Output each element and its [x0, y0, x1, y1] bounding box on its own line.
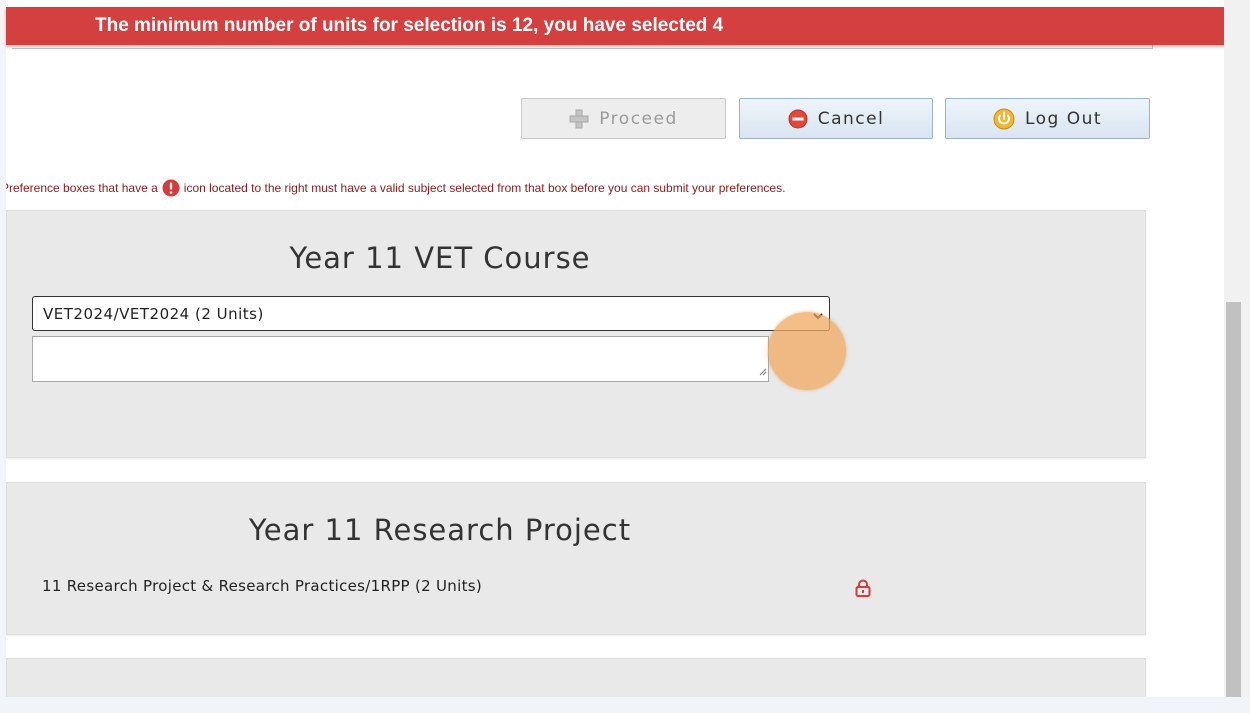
- page: Proceed Cancel Log Out Preference boxes …: [6, 0, 1224, 697]
- research-project-title: Year 11 Research Project: [248, 513, 632, 547]
- notice-text-end: icon located to the right must have a va…: [183, 181, 786, 195]
- proceed-label: Proceed: [599, 108, 678, 129]
- minus-circle-icon: [788, 109, 808, 129]
- logout-label: Log Out: [1024, 108, 1103, 129]
- banner-shadow: [12, 45, 1153, 49]
- min-units-alert-banner: The minimum number of units for selectio…: [6, 7, 1244, 45]
- vet-course-title: Year 11 VET Course: [289, 241, 591, 275]
- preference-notice: Preference boxes that have a icon locate…: [6, 179, 1224, 197]
- vet-course-notes-textarea[interactable]: [32, 336, 769, 382]
- next-subject-card: [6, 658, 1146, 697]
- lock-icon: [855, 579, 871, 601]
- resize-grip-icon[interactable]: [758, 361, 767, 380]
- exclamation-circle-icon: [162, 179, 180, 197]
- cancel-button[interactable]: Cancel: [739, 98, 933, 139]
- bottom-edge: [0, 697, 1250, 713]
- scrollbar-thumb[interactable]: [1226, 302, 1241, 697]
- vet-course-card: Year 11 VET Course VET2024/VET2024 (2 Un…: [6, 210, 1146, 458]
- power-icon: [993, 108, 1015, 130]
- notice-text-start: Preference boxes that have a: [6, 181, 158, 195]
- vet-course-select[interactable]: VET2024/VET2024 (2 Units): [32, 296, 830, 331]
- cancel-label: Cancel: [817, 108, 885, 129]
- vet-course-selected-value: VET2024/VET2024 (2 Units): [43, 304, 264, 323]
- click-indicator: [768, 312, 846, 390]
- research-project-item: 11 Research Project & Research Practices…: [42, 577, 483, 595]
- logout-button[interactable]: Log Out: [945, 98, 1150, 139]
- plus-icon: [569, 109, 589, 129]
- research-project-card: Year 11 Research Project 11 Research Pro…: [6, 482, 1146, 635]
- proceed-button[interactable]: Proceed: [521, 98, 726, 139]
